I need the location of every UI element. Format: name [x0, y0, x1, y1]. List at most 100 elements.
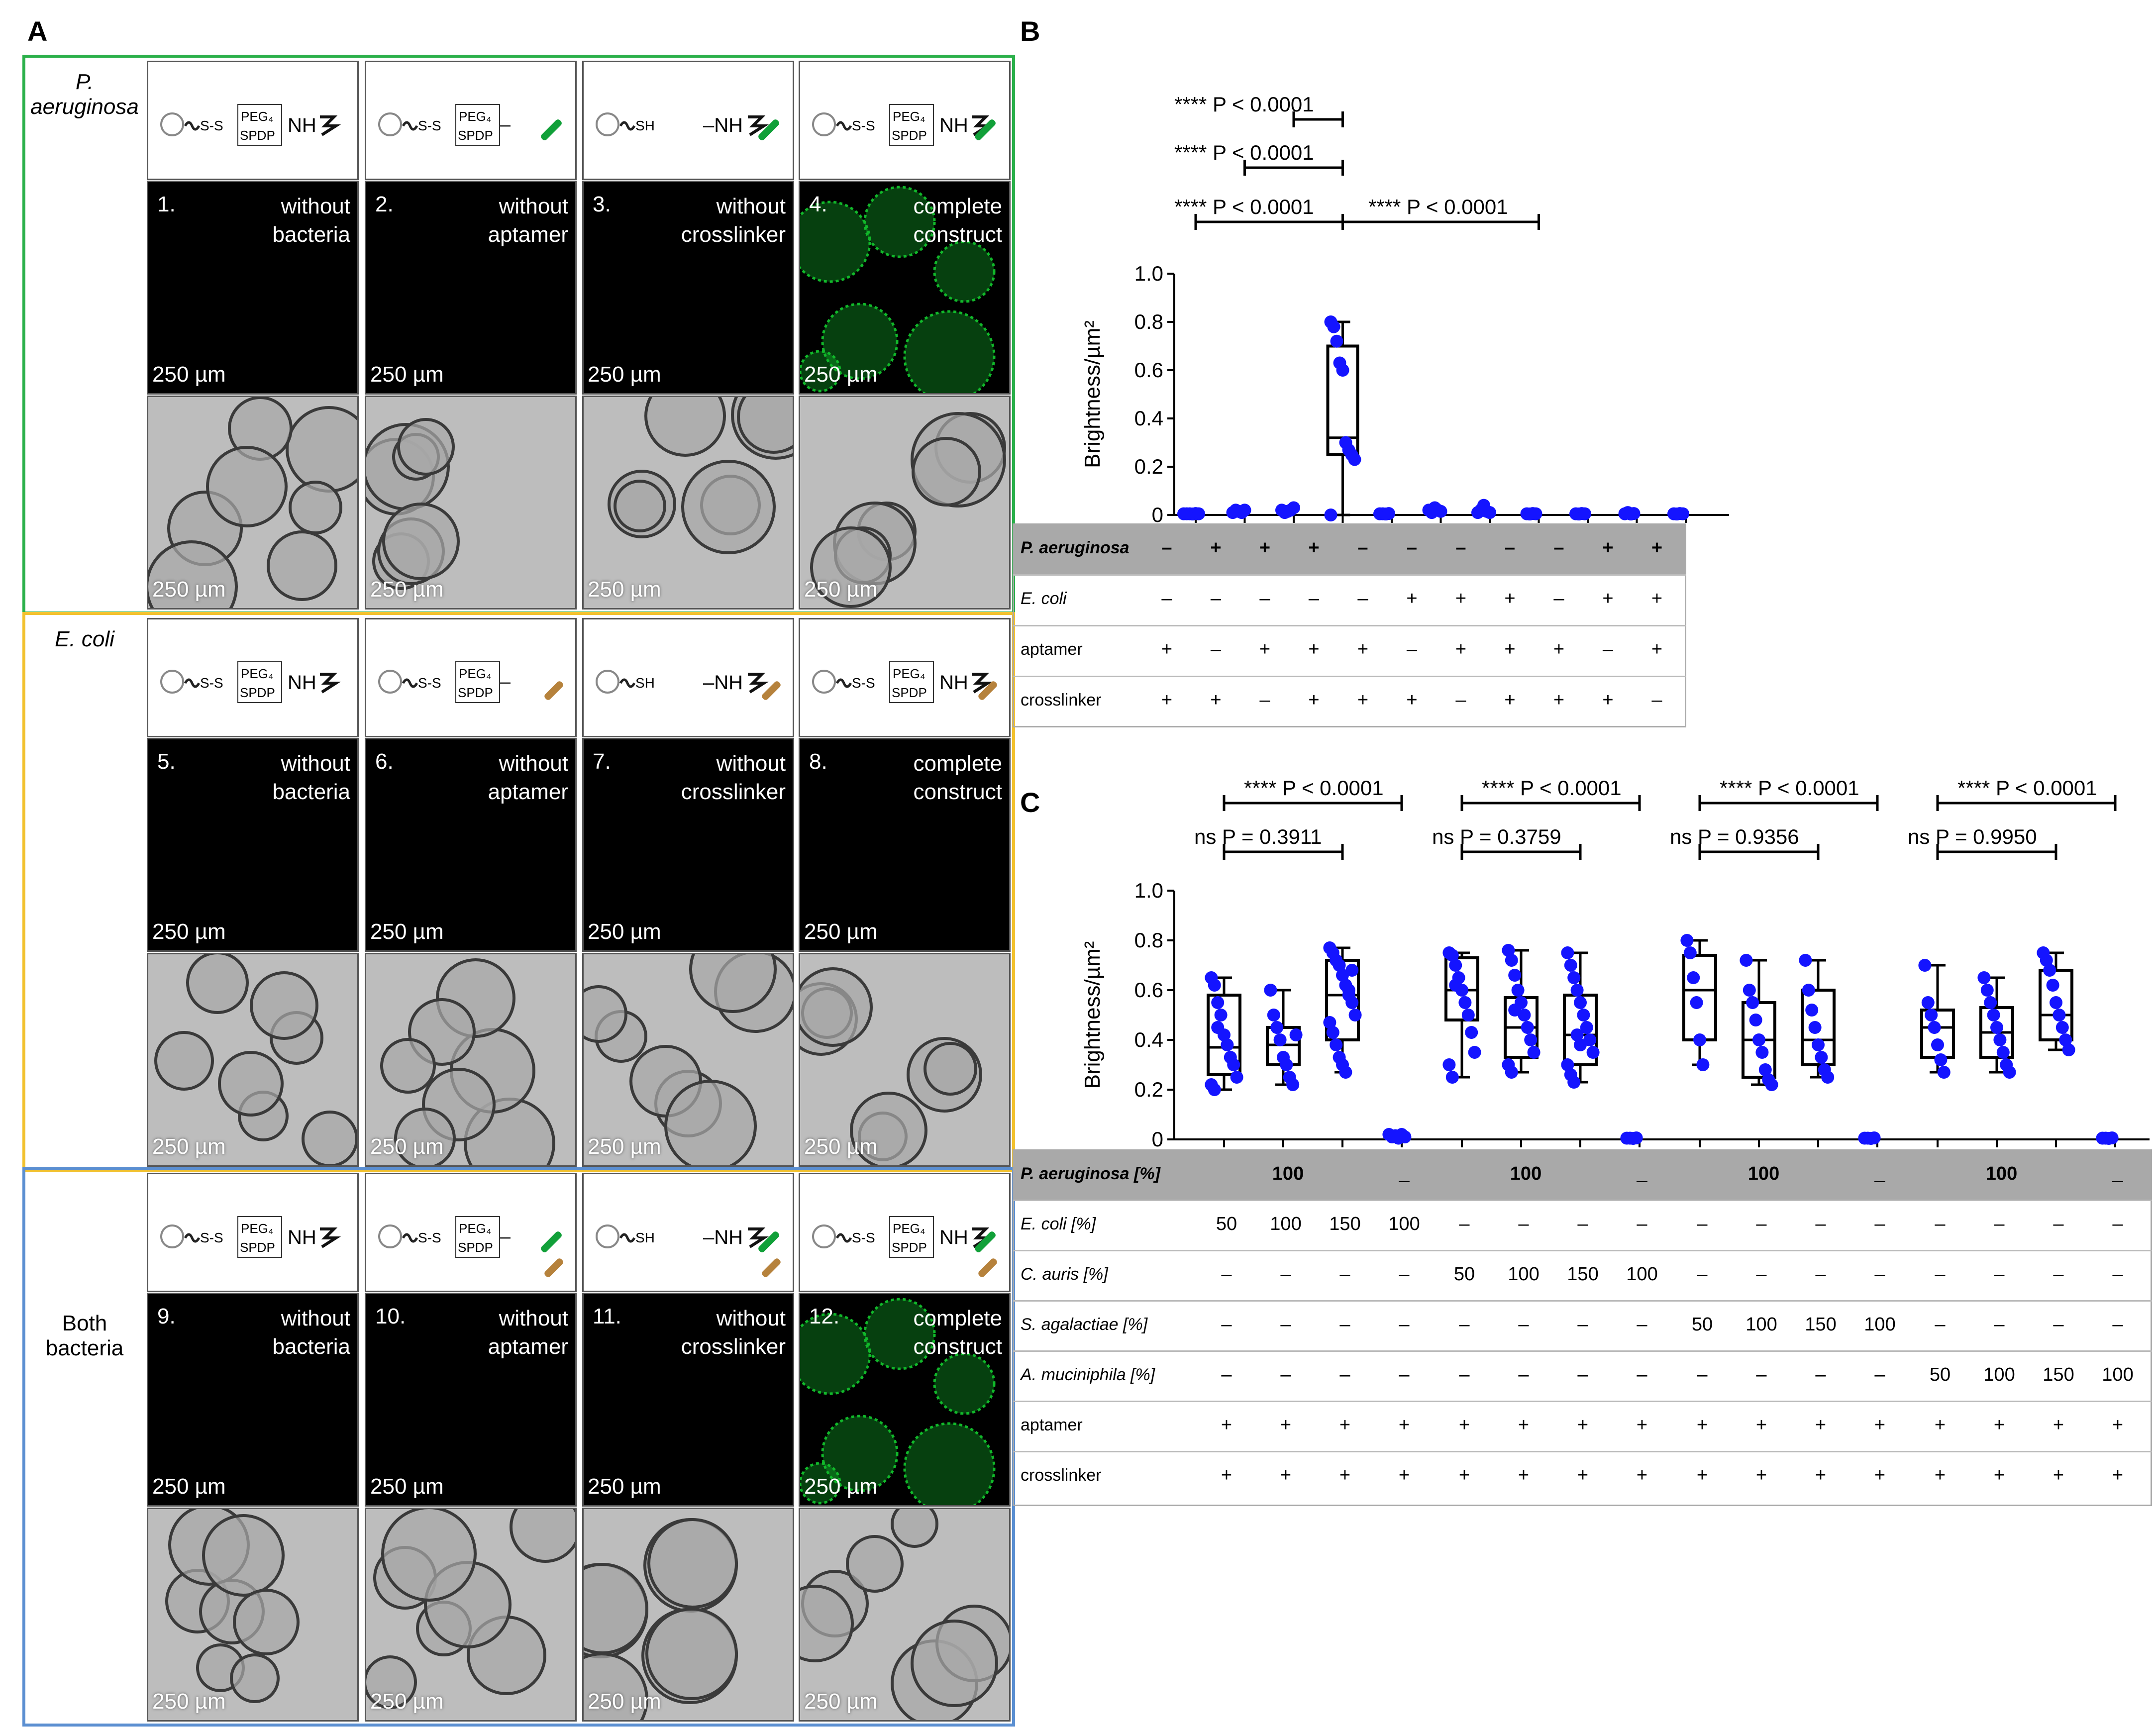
e-coli-bacterium-icon: [544, 1258, 563, 1277]
hydrogel-bead: [206, 446, 288, 527]
hydrogel-bead: [233, 1589, 300, 1655]
y-tick-label: 0.2: [1134, 455, 1163, 478]
significance-label: ns P = 0.9950: [1908, 825, 2037, 848]
table-cell: –: [1577, 1314, 1588, 1335]
hydrogel-bead: [382, 503, 460, 580]
data-point: [1468, 1046, 1481, 1059]
table-cell: –: [1259, 690, 1270, 711]
data-point: [1683, 946, 1697, 959]
caption-line: bacteria: [272, 780, 350, 805]
aptamer-icon: [320, 1227, 341, 1248]
aptamer-icon: [748, 673, 769, 694]
schematic-drawing: SH –NH: [596, 670, 781, 700]
table-cell: –: [1357, 537, 1368, 558]
condition-number: 8.: [809, 749, 827, 774]
linker-squiggle-icon: [184, 121, 201, 131]
bead-icon: [160, 112, 184, 136]
data-point: [1567, 971, 1581, 984]
table-cell: +: [1553, 639, 1565, 660]
condition-caption: without aptamer: [488, 749, 568, 806]
nh-label: NH: [939, 672, 968, 694]
data-point: [1578, 507, 1591, 520]
table-cell: –: [1994, 1264, 2005, 1285]
caption-line: crosslinker: [681, 1334, 786, 1359]
data-point: [1434, 505, 1447, 518]
peg4-label: PEG₄: [241, 666, 274, 681]
caption-line: construct: [913, 222, 1002, 247]
linker-squiggle-icon: [402, 121, 418, 131]
data-point: [1746, 996, 1759, 1009]
condition-number: 5.: [157, 749, 176, 774]
table-cell: –: [1994, 1214, 2005, 1234]
spdp-label: SPDP: [458, 1240, 493, 1255]
hydrogel-bead: [647, 1518, 738, 1609]
scale-bar-label: 250 µm: [588, 1474, 661, 1499]
disulfide-label: S-S: [200, 118, 223, 133]
data-point: [1937, 1066, 1951, 1079]
data-point: [1928, 1021, 1941, 1034]
table-cell: 100: [1626, 1264, 1658, 1285]
table-cell: –: [1221, 1364, 1232, 1385]
p-aeruginosa-bacterium-icon: [758, 1231, 779, 1252]
caption-line: crosslinker: [681, 222, 786, 247]
scale-bar-label: 250 µm: [804, 362, 878, 387]
disulfide-label: S-S: [852, 675, 875, 691]
scale-bar-label: 250 µm: [588, 1689, 661, 1714]
table-cell: 150: [1567, 1264, 1599, 1285]
data-point: [1561, 946, 1574, 959]
peg4-label: PEG₄: [893, 109, 925, 124]
table-cell: –: [1874, 1364, 1885, 1385]
brightfield-image: 250 µm: [147, 1508, 359, 1722]
data-point: [1752, 1033, 1765, 1046]
data-point: [1330, 334, 1343, 348]
schematic-drawing: S-S PEG₄ SPDP NH: [160, 104, 341, 146]
fluorescence-image: 5. without bacteria 250 µm: [147, 738, 359, 952]
data-point: [1273, 1033, 1287, 1046]
data-point: [1264, 984, 1277, 997]
table-cell: _: [1874, 1163, 1885, 1184]
data-point: [1382, 507, 1395, 520]
table-cell: +: [1339, 1465, 1351, 1486]
table-cell: +: [1161, 639, 1173, 660]
panel-letter-b: B: [1020, 15, 1040, 47]
thiol-label: SH: [635, 675, 655, 691]
data-point: [1918, 959, 1932, 972]
caption-line: without: [499, 751, 568, 776]
data-point: [1211, 996, 1225, 1009]
y-axis-label: Brightness/µm²: [1080, 941, 1105, 1089]
table-cell: –: [1399, 1264, 1410, 1285]
fluorescence-image: 4. complete construct 250 µm: [799, 181, 1011, 395]
bead-icon: [596, 1224, 619, 1248]
condition-caption: without crosslinker: [681, 749, 786, 806]
table-cell: +: [1602, 537, 1614, 558]
data-point: [1345, 996, 1359, 1009]
table-cell: +: [1339, 1415, 1351, 1435]
data-point: [2046, 979, 2059, 992]
scale-bar-label: 250 µm: [588, 577, 661, 602]
data-point: [1696, 1058, 1710, 1071]
data-point: [1921, 996, 1935, 1009]
construct-schematic: S-S PEG₄ SPDP NH: [147, 61, 359, 180]
table-cell: +: [1602, 690, 1614, 711]
table-cell: –: [1210, 639, 1222, 660]
brightfield-image: 250 µm: [582, 1508, 794, 1722]
linker-squiggle-icon: [402, 678, 418, 688]
e-coli-bacterium-icon: [978, 1258, 997, 1277]
data-point: [1286, 1078, 1300, 1091]
table-row: [1013, 625, 1686, 676]
linker-squiggle-icon: [619, 1233, 636, 1243]
caption-line: without: [281, 1306, 350, 1330]
table-cell: –: [1651, 690, 1662, 711]
bead-icon: [812, 112, 836, 136]
peg4-label: PEG₄: [459, 1221, 492, 1236]
table-cell: 100: [1985, 1163, 2018, 1184]
data-point: [1324, 509, 1337, 521]
data-point: [1977, 971, 1991, 984]
table-cell: +: [1357, 639, 1369, 660]
data-point: [1567, 1076, 1581, 1089]
data-point: [1465, 1026, 1478, 1039]
disulfide-label: S-S: [200, 1230, 223, 1245]
hydrogel-bead: [645, 1608, 738, 1700]
significance-label: **** P < 0.0001: [1720, 776, 1859, 800]
table-cell: –: [1577, 1214, 1588, 1234]
